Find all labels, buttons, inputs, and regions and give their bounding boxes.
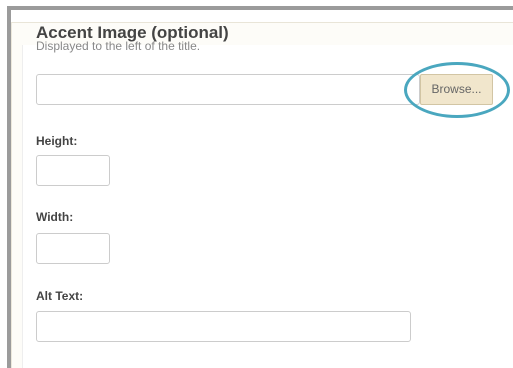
- height-input[interactable]: [36, 155, 110, 186]
- browse-button[interactable]: Browse...: [420, 74, 493, 105]
- width-input[interactable]: [36, 233, 110, 264]
- alt-text-label: Alt Text:: [36, 289, 84, 303]
- file-path-input[interactable]: [36, 74, 420, 105]
- alt-text-input[interactable]: [36, 311, 411, 342]
- width-label: Width:: [36, 210, 74, 224]
- section-description: Displayed to the left of the title.: [36, 39, 201, 53]
- height-label: Height:: [36, 134, 78, 148]
